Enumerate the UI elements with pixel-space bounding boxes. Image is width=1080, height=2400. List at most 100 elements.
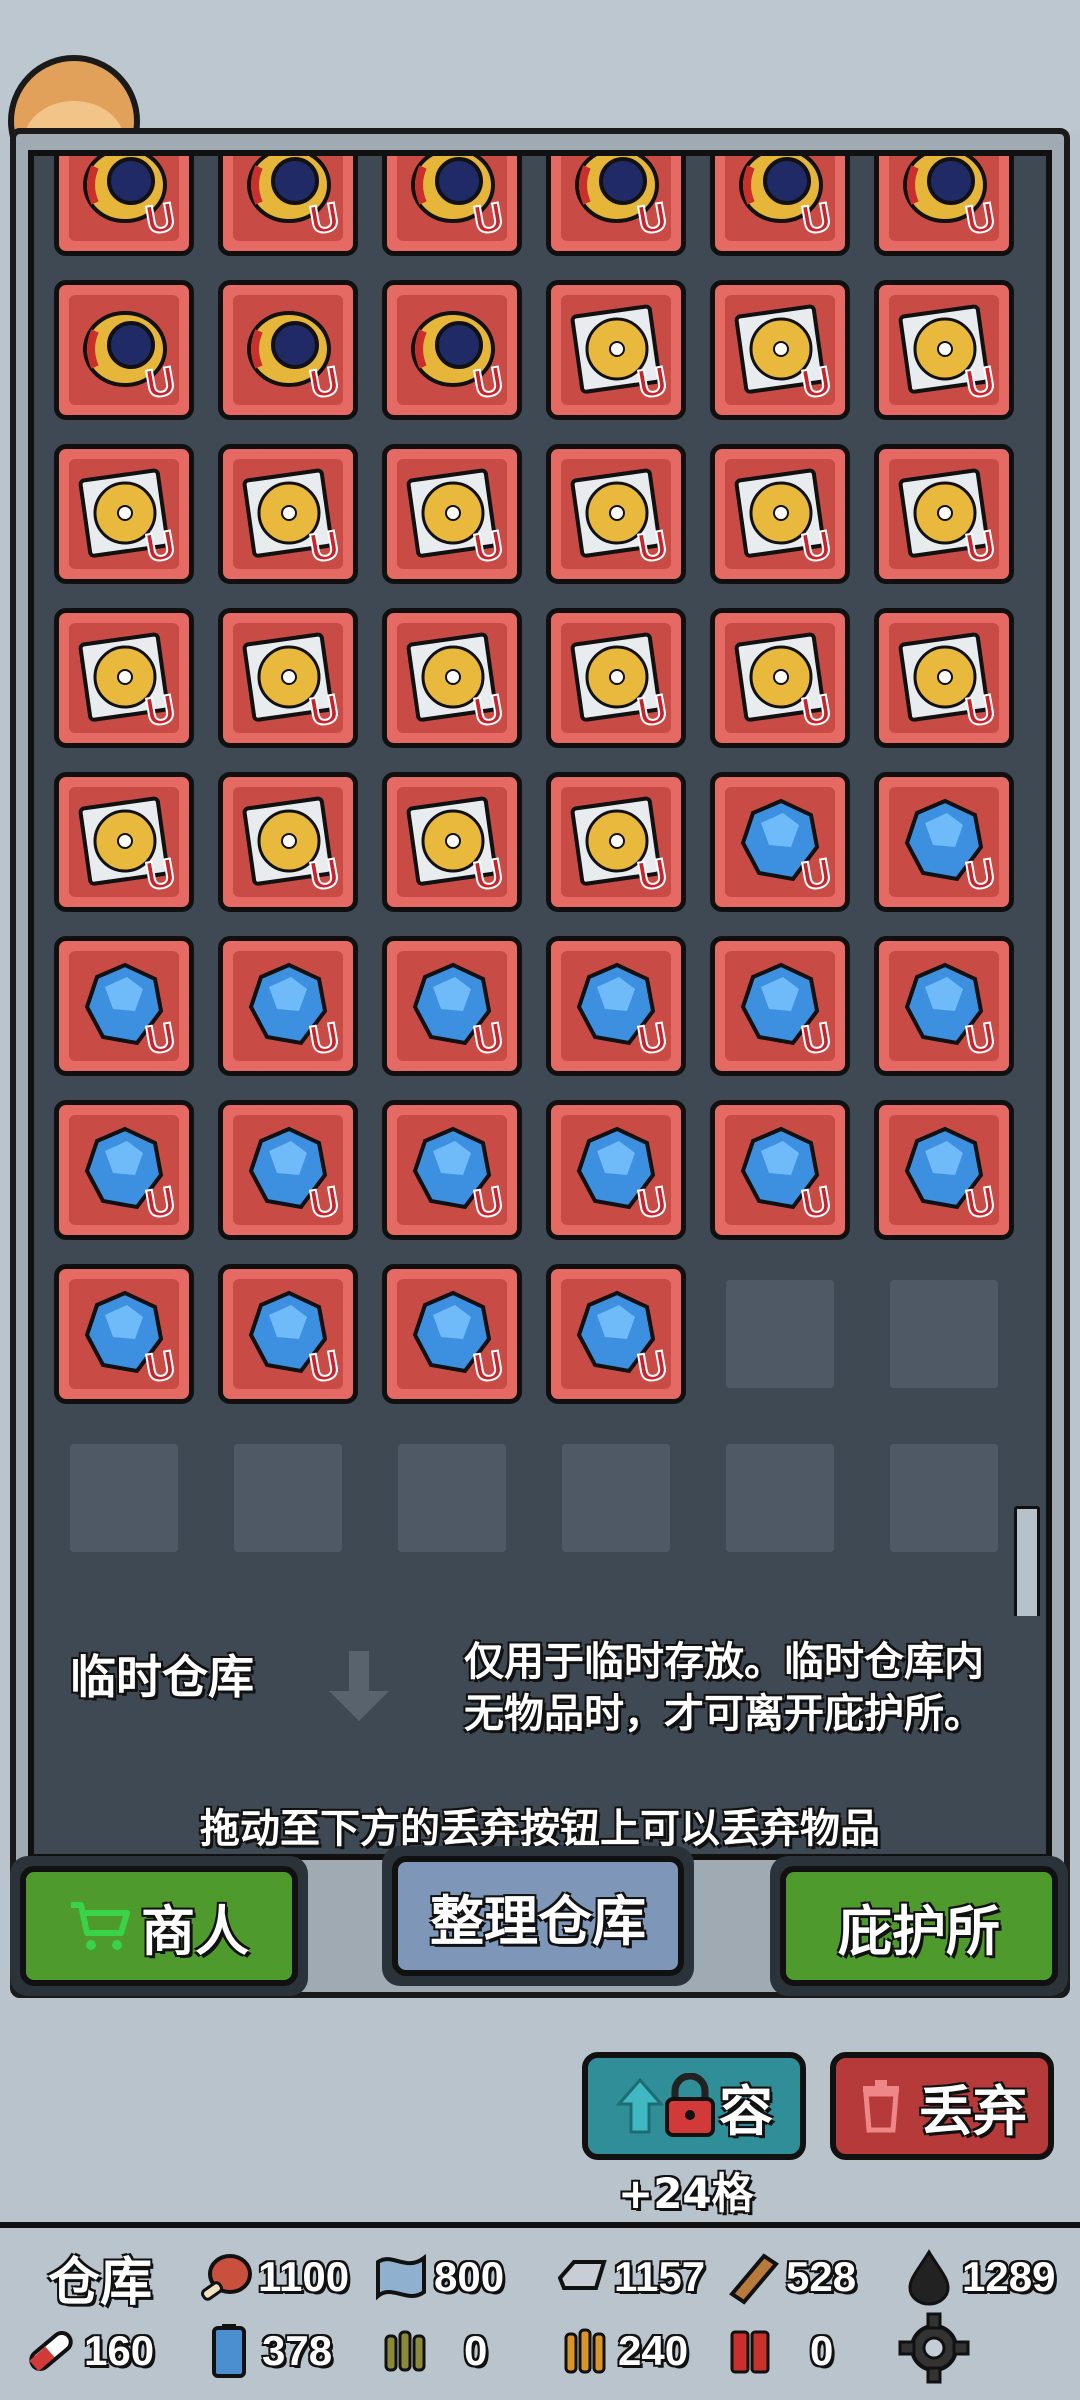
ammo-a-count: 0 (464, 2327, 488, 2374)
ammo-b-count: 240 (618, 2327, 689, 2374)
pill-count: 160 (84, 2327, 155, 2374)
discard-button[interactable]: 丢弃 (830, 2052, 1054, 2160)
storage-slot-disc[interactable]: U (546, 280, 686, 420)
storage-slot-disc[interactable]: U (54, 608, 194, 748)
shelter-button[interactable]: 庇护所 (780, 1866, 1058, 1986)
discard-button-label: 丢弃 (919, 2079, 1027, 2143)
meat-icon (201, 2254, 252, 2301)
resource-wood: 528 (724, 2242, 856, 2312)
temp-storage-desc-line-1: 仅用于临时存放。临时仓库内 (464, 1639, 984, 1685)
storage-slot-disc[interactable]: U (54, 444, 194, 584)
storage-slot-watch[interactable]: U (874, 156, 1014, 256)
empty-slot[interactable] (890, 1444, 998, 1552)
storage-slot-crystal[interactable]: U (546, 936, 686, 1076)
storage-slot-disc[interactable]: U (218, 772, 358, 912)
settings-gear-icon[interactable] (898, 2312, 970, 2384)
storage-slot-watch[interactable]: U (382, 280, 522, 420)
resource-ammo-b: 240 (556, 2316, 688, 2386)
empty-slot[interactable] (726, 1280, 834, 1388)
storage-slot-watch[interactable]: U (218, 280, 358, 420)
empty-slot[interactable] (890, 1280, 998, 1388)
trash-icon (863, 2080, 899, 2133)
storage-slot-crystal[interactable]: U (218, 936, 358, 1076)
storage-slot-crystal[interactable]: U (218, 1100, 358, 1240)
metal-ingot-icon (557, 2260, 607, 2290)
storage-slot-disc[interactable]: U (218, 444, 358, 584)
storage-slot-disc[interactable]: U (546, 608, 686, 748)
storage-slot-disc[interactable]: U (874, 280, 1014, 420)
storage-slot-disc[interactable]: U (710, 444, 850, 584)
expand-button-label: 容 (719, 2079, 773, 2143)
down-arrow-icon (329, 1651, 389, 1721)
storage-slot-disc[interactable]: U (710, 280, 850, 420)
storage-slot-crystal[interactable]: U (382, 1264, 522, 1404)
resource-battery: 378 (200, 2316, 332, 2386)
storage-slot-crystal[interactable]: U (874, 936, 1014, 1076)
bullets-icon (384, 2330, 426, 2372)
storage-slot-watch[interactable]: U (382, 156, 522, 256)
storage-slot-watch[interactable]: U (710, 156, 850, 256)
storage-slot-disc[interactable]: U (382, 608, 522, 748)
top-bar (0, 0, 1080, 130)
expand-capacity-label: +24格 (618, 2169, 754, 2218)
battery-icon (212, 2324, 246, 2378)
shotgun-shells-icon (730, 2330, 770, 2374)
storage-slot-crystal[interactable]: U (710, 936, 850, 1076)
storage-slot-crystal[interactable]: U (710, 1100, 850, 1240)
cart-icon (71, 1902, 130, 1950)
storage-slot-watch[interactable]: U (218, 156, 358, 256)
sort-storage-button-label: 整理仓库 (430, 1889, 646, 1953)
merchant-button[interactable]: 商人 (20, 1866, 298, 1986)
storage-slot-watch[interactable]: U (54, 280, 194, 420)
rifle-bullets-icon (564, 2328, 606, 2374)
sort-storage-button[interactable]: 整理仓库 (392, 1856, 684, 1976)
temp-storage-label: 临时仓库 (70, 1650, 254, 1704)
storage-slot-disc[interactable]: U (546, 444, 686, 584)
empty-slot[interactable] (398, 1444, 506, 1552)
resource-metal: 1157 (552, 2242, 705, 2312)
storage-slot-disc[interactable]: U (218, 608, 358, 748)
storage-slot-crystal[interactable]: U (382, 1100, 522, 1240)
storage-slot-disc[interactable]: U (54, 772, 194, 912)
storage-grid-area: UUUUUUUUUUUUUUUUUUUUUUUUUUUUUUUUUUUUUUUU… (28, 150, 1052, 1860)
expand-button[interactable]: 容 (582, 2052, 806, 2160)
empty-slot[interactable] (562, 1444, 670, 1552)
empty-slot[interactable] (70, 1444, 178, 1552)
wood-plank-icon (729, 2253, 779, 2305)
resource-cloth: 800 (372, 2242, 504, 2312)
storage-slot-crystal[interactable]: U (382, 936, 522, 1076)
cloth-icon (376, 2253, 426, 2301)
storage-slot-crystal[interactable]: U (218, 1264, 358, 1404)
meat-count: 1100 (258, 2253, 350, 2300)
storage-slot-crystal[interactable]: U (54, 1264, 194, 1404)
storage-slot-disc[interactable]: U (382, 772, 522, 912)
empty-slot[interactable] (234, 1444, 342, 1552)
wood-count: 528 (786, 2253, 857, 2300)
storage-slot-crystal[interactable]: U (54, 936, 194, 1076)
storage-slot-disc[interactable]: U (874, 608, 1014, 748)
storage-slot-disc[interactable]: U (546, 772, 686, 912)
storage-slot-crystal[interactable]: U (874, 772, 1014, 912)
resource-meat: 1100 (196, 2242, 349, 2312)
cloth-count: 800 (434, 2253, 505, 2300)
upload-arrow-icon (615, 2077, 665, 2134)
storage-slot-watch[interactable]: U (54, 156, 194, 256)
metal-count: 1157 (614, 2253, 706, 2300)
storage-slot-watch[interactable]: U (546, 156, 686, 256)
merchant-button-label: 商人 (141, 1899, 249, 1963)
empty-slot[interactable] (726, 1444, 834, 1552)
storage-slot-disc[interactable]: U (710, 608, 850, 748)
storage-slot-crystal[interactable]: U (710, 772, 850, 912)
resource-pill: 160 (22, 2316, 154, 2386)
storage-slot-crystal[interactable]: U (546, 1264, 686, 1404)
pill-icon (29, 2331, 73, 2372)
oil-drop-icon (908, 2249, 950, 2306)
storage-slot-disc[interactable]: U (874, 444, 1014, 584)
storage-slot-disc[interactable]: U (382, 444, 522, 584)
storage-slot-crystal[interactable]: U (874, 1100, 1014, 1240)
storage-scrollbar[interactable] (1014, 1506, 1040, 1632)
storage-slot-crystal[interactable]: U (546, 1100, 686, 1240)
temp-storage-description: 仅用于临时存放。临时仓库内 无物品时，才可离开庇护所。 (404, 1636, 1044, 1740)
temp-storage-desc-line-2: 无物品时，才可离开庇护所。 (464, 1691, 984, 1737)
storage-slot-crystal[interactable]: U (54, 1100, 194, 1240)
